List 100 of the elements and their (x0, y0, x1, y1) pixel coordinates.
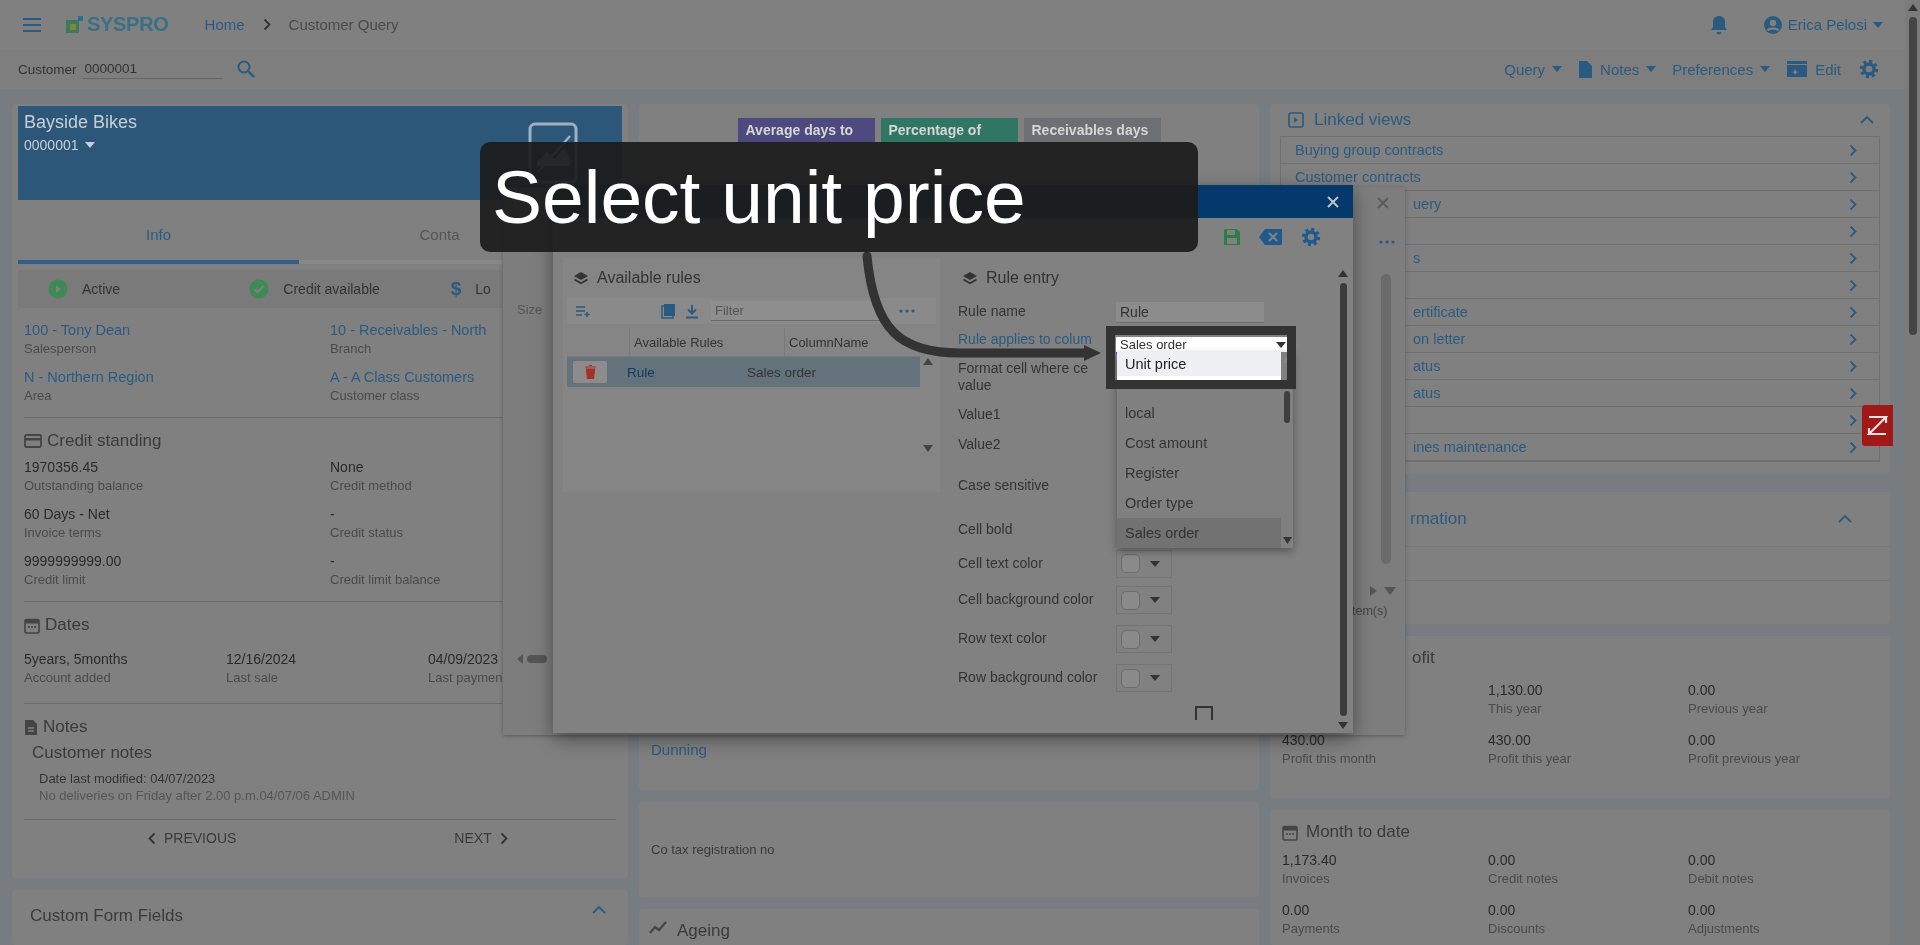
save-icon[interactable] (1223, 228, 1241, 246)
delete-button[interactable] (573, 361, 607, 383)
item-count: tem(s) (1352, 604, 1388, 618)
dropdown-option[interactable]: Unit price (1117, 352, 1281, 376)
field-value: 0.00 (1688, 732, 1716, 748)
field-value: 0.00 (1688, 682, 1716, 698)
more-icon[interactable] (1378, 240, 1395, 244)
scrollbar-thumb[interactable] (1908, 17, 1917, 335)
chevron-right-icon (1849, 197, 1857, 211)
caret-icon (1150, 675, 1160, 681)
dollar-icon: $ (450, 278, 462, 300)
dunning-link[interactable]: Dunning (639, 741, 719, 790)
checkbox[interactable] (1195, 706, 1213, 720)
scroll-down-icon[interactable] (923, 445, 933, 452)
breadcrumb-link[interactable]: Home (204, 16, 245, 33)
dropdown-option[interactable]: local (1117, 398, 1281, 428)
chevron-right-icon (1849, 143, 1857, 157)
chevron-right-icon (1849, 386, 1857, 400)
section-title: Custom Form Fields (30, 906, 184, 926)
more-icon[interactable] (899, 309, 915, 313)
color-picker[interactable] (1116, 549, 1172, 578)
field-value: 9999999999.00 (24, 553, 122, 569)
chevron-up-icon[interactable] (592, 906, 606, 914)
tab[interactable]: Info (18, 200, 299, 264)
chevron-up-icon[interactable] (1838, 515, 1852, 523)
search-icon[interactable] (236, 60, 255, 78)
color-picker[interactable] (1116, 664, 1172, 692)
document-icon (1578, 59, 1594, 79)
toolbar-menu[interactable]: Notes (1578, 59, 1657, 79)
settings-icon[interactable] (1301, 227, 1321, 247)
field-value: 430.00 (1488, 732, 1531, 748)
toolbar-menu[interactable]: Query (1504, 60, 1563, 78)
field-label: Cell text color (958, 554, 1044, 573)
table-cell: Sales order (747, 364, 817, 380)
field-link[interactable]: 10 - Receivables - North (330, 322, 487, 338)
user-menu[interactable]: Erica Pelosi (1763, 15, 1883, 34)
chevron-right-icon (1849, 413, 1857, 427)
check-circle-icon (249, 279, 270, 299)
field-value: 60 Days - Net (24, 506, 110, 522)
caret-icon (1150, 597, 1160, 603)
color-picker[interactable] (1116, 586, 1172, 614)
field-value: 12/16/2024 (226, 651, 297, 667)
dropdown-option[interactable]: Order type (1117, 488, 1281, 518)
section-title: Dates (45, 615, 90, 635)
scroll-down-icon[interactable] (1282, 537, 1292, 544)
field-label: Row background color (958, 669, 1099, 687)
rule-name-field[interactable]: Rule (1116, 301, 1264, 323)
field-value: 1970356.45 (24, 459, 98, 475)
notes-date: Date last modified: 04/07/2023 (39, 771, 217, 786)
clear-icon[interactable] (1259, 228, 1283, 246)
previous-button[interactable]: PREVIOUS (144, 826, 241, 850)
chevron-right-icon (1849, 359, 1857, 373)
chevron-right-icon (1849, 170, 1857, 184)
chevron-right-icon (1849, 278, 1857, 292)
caret-icon (1646, 66, 1657, 72)
field-link[interactable]: N - Northern Region (24, 369, 154, 385)
field-label: Value1 (958, 406, 1002, 424)
floating-action-button[interactable] (1862, 405, 1893, 446)
kpi-tile[interactable]: Average days to (737, 118, 875, 142)
scrollbar-thumb[interactable] (1284, 391, 1290, 423)
dropdown-option[interactable]: Register (1117, 458, 1281, 488)
toolbar-menu[interactable]: Edit (1786, 60, 1841, 78)
dropdown-option[interactable]: Cost amount (1117, 428, 1281, 458)
rule-link[interactable]: Rule (627, 364, 747, 380)
field-value: 0.00 (1488, 902, 1516, 918)
kpi-tile[interactable]: Receivables days (1023, 118, 1161, 142)
settings-icon[interactable] (1859, 59, 1879, 79)
field-link[interactable]: 100 - Tony Dean (24, 322, 131, 338)
caret-icon (84, 142, 95, 148)
field-value: 0.00 (1688, 902, 1716, 918)
document-icon (24, 718, 38, 736)
add-row-icon[interactable] (575, 305, 591, 317)
field-link[interactable]: A - A Class Customers (330, 369, 475, 385)
notification-bell-icon[interactable] (1709, 14, 1728, 35)
pdf-icon[interactable] (661, 303, 675, 319)
linked-view-item[interactable]: Buying group contracts (1281, 137, 1879, 164)
next-button[interactable]: NEXT (450, 826, 512, 850)
dropdown-option[interactable]: Sales order (1117, 518, 1281, 548)
kpi-tile[interactable]: Percentage of (880, 118, 1018, 142)
caret-icon (1276, 341, 1286, 348)
color-picker[interactable] (1116, 625, 1172, 653)
field-value: 0.00 (1688, 852, 1716, 868)
menu-icon[interactable] (22, 15, 42, 34)
close-icon[interactable] (1327, 195, 1339, 208)
scroll-arrows-icon[interactable] (1369, 586, 1396, 596)
customer-code: 0000001 (24, 137, 79, 153)
logo-icon (64, 14, 84, 35)
customer-field[interactable]: 0000001 (82, 59, 223, 79)
horizontal-scrollbar-icon[interactable] (517, 653, 547, 665)
rule-row[interactable]: Rule Sales order (567, 357, 920, 387)
section-title: Notes (43, 717, 88, 737)
field-label: Value2 (958, 436, 1002, 454)
download-icon[interactable] (685, 303, 699, 319)
section-title: ofit (1411, 647, 1436, 669)
section-title: Rule entry (986, 269, 1059, 287)
scroll-down-icon[interactable] (1338, 722, 1348, 729)
scrollbar-thumb[interactable] (1339, 283, 1347, 716)
toolbar-menu[interactable]: Preferences (1672, 60, 1771, 78)
field-value: 1,173.40 (1282, 852, 1337, 868)
chevron-up-icon[interactable] (1860, 116, 1874, 124)
